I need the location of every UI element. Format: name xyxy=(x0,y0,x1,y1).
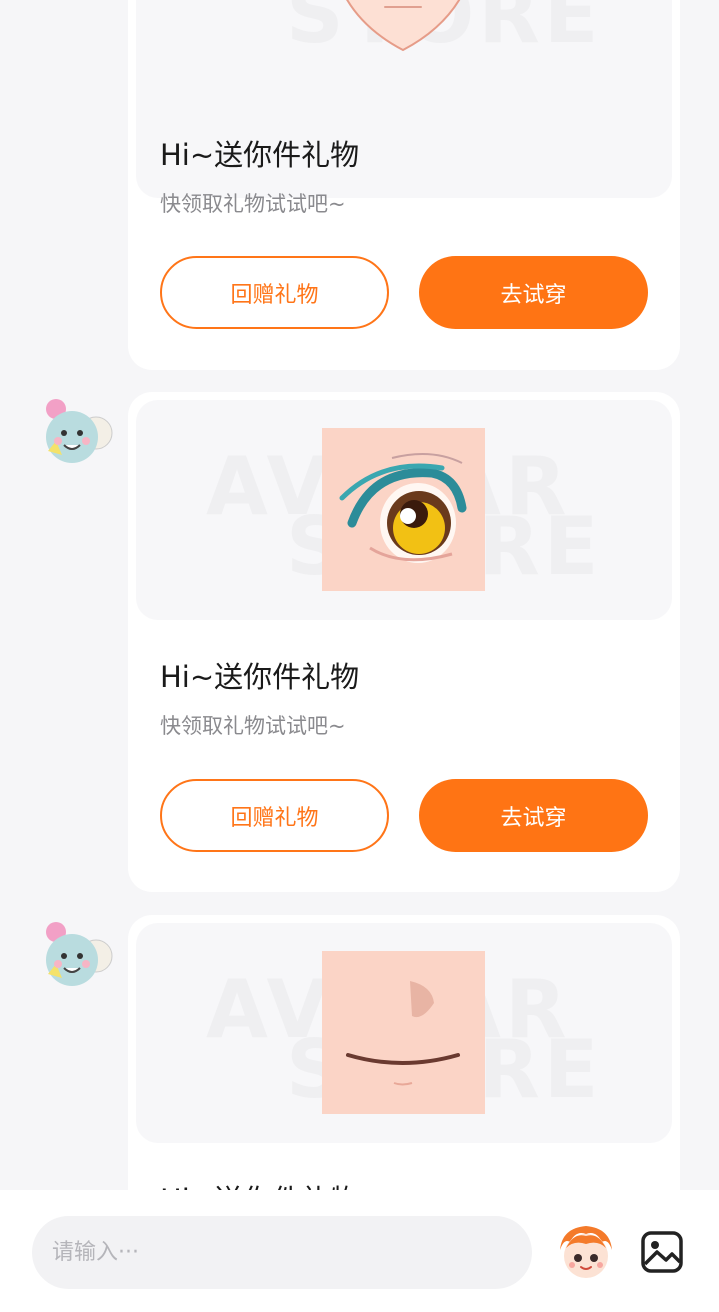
sender-avatar[interactable] xyxy=(34,916,114,996)
return-gift-button[interactable]: 回赠礼物 xyxy=(160,256,389,329)
gift-preview[interactable]: AVATAR STORE xyxy=(136,923,672,1143)
return-gift-button[interactable]: 回赠礼物 xyxy=(160,779,389,852)
try-on-button[interactable]: 去试穿 xyxy=(419,779,648,852)
message-feed[interactable]: STORE Hi~送你件礼物 快领取礼物试试吧~ 回赠礼物 去试穿 AVATAR… xyxy=(0,0,719,1190)
nose-mouth-icon xyxy=(322,951,485,1114)
image-icon[interactable] xyxy=(640,1230,684,1274)
gift-card: STORE Hi~送你件礼物 快领取礼物试试吧~ 回赠礼物 去试穿 xyxy=(128,0,680,370)
face-chin-icon xyxy=(346,0,461,52)
try-on-button[interactable]: 去试穿 xyxy=(419,256,648,329)
gift-card: AVATAR STORE Hi~送你件礼物 xyxy=(128,915,680,1190)
anime-eye-icon xyxy=(322,428,485,591)
composer-bar xyxy=(0,1190,719,1312)
gift-subtitle: 快领取礼物试试吧~ xyxy=(160,714,346,738)
gift-title: Hi~送你件礼物 xyxy=(160,660,360,694)
gift-subtitle: 快领取礼物试试吧~ xyxy=(160,192,346,216)
gift-title: Hi~送你件礼物 xyxy=(160,1177,359,1190)
gift-card: AVATAR STORE Hi~送你件礼物 快领取礼物试试吧~ 回赠礼物 去试穿 xyxy=(128,392,680,892)
gift-preview[interactable]: AVATAR STORE xyxy=(136,400,672,620)
gift-title: Hi~送你件礼物 xyxy=(160,138,360,172)
mascot-face-icon[interactable] xyxy=(556,1220,616,1282)
sender-avatar[interactable] xyxy=(34,393,114,473)
message-input[interactable] xyxy=(32,1216,532,1289)
